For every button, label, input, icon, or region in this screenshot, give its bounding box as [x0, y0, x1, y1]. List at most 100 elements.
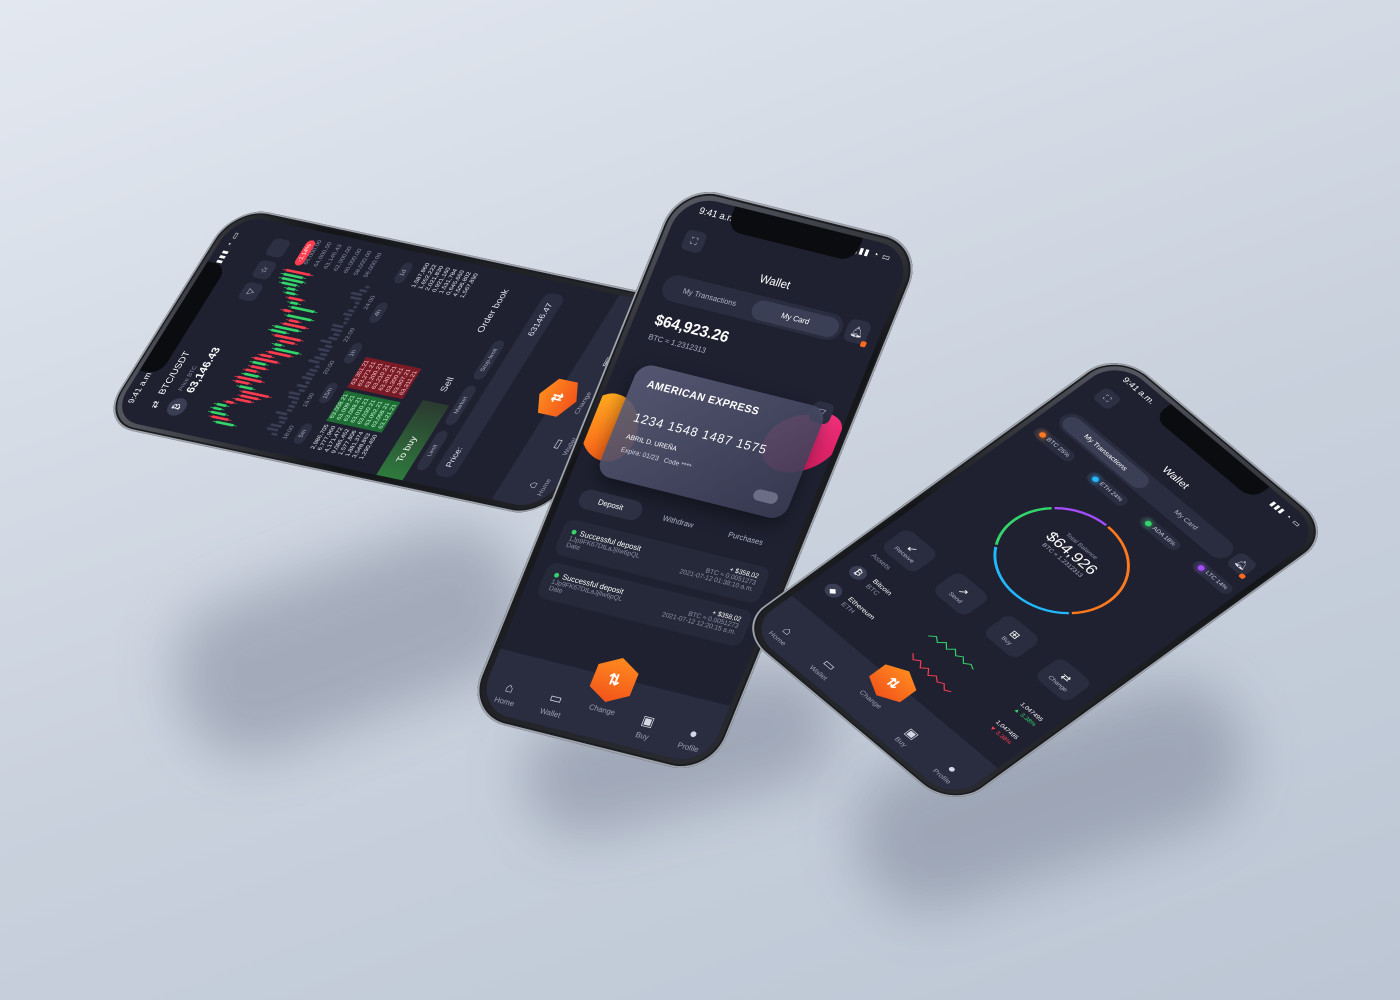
home-icon: ⌂	[503, 679, 517, 696]
volume-bar	[319, 352, 332, 358]
volume-bar	[290, 400, 304, 406]
coin-dot-icon	[1143, 519, 1154, 528]
nav-profile[interactable]: ●Profile	[664, 720, 720, 757]
wallet-icon: ▭	[547, 689, 566, 707]
volume-bar	[270, 423, 283, 428]
volume-bar	[319, 339, 333, 344]
candle-wick	[267, 328, 290, 334]
candle-wick	[207, 410, 229, 416]
volume-bar	[298, 388, 311, 394]
volume-bar	[288, 391, 301, 396]
btc-icon: ₿	[845, 563, 871, 583]
interval-1d[interactable]: 1d	[391, 261, 415, 285]
action-change-button[interactable]: ⇄ Change	[1033, 656, 1094, 704]
volume-bar	[305, 372, 318, 377]
volume-bar	[313, 355, 327, 361]
volume-bar	[317, 347, 331, 353]
candle-wick	[247, 365, 269, 371]
allocation-chip-label: LTC 14%	[1203, 570, 1229, 591]
tab-purchases[interactable]: Purchases	[711, 521, 781, 556]
eth-icon: ◆	[820, 580, 846, 601]
user-icon: ●	[944, 762, 961, 776]
home-icon: ⌂	[779, 624, 797, 638]
asset-value: 1,047495 ▲ 3.38%	[1010, 701, 1044, 728]
candle-wick	[236, 385, 256, 390]
candle-wick	[208, 415, 232, 421]
transaction-left: Successful deposit 1Jp9FK67DtLaJjlIw6pQL D…	[565, 527, 644, 566]
volume-bar	[266, 427, 279, 432]
tab-withdraw[interactable]: Withdraw	[643, 504, 713, 539]
card-expiry-value: 01/23	[641, 452, 660, 463]
phone-shadow	[153, 503, 547, 777]
volume-bar	[275, 410, 288, 416]
tab-deposit[interactable]: Deposit	[575, 487, 646, 523]
volume-bar	[328, 336, 341, 342]
allocation-chip-label: BTC 25%	[1044, 437, 1071, 459]
nav-label: Change	[587, 702, 617, 718]
nav-label: Home	[492, 695, 516, 709]
card-number: 1234 1548 1487 1575	[631, 409, 770, 457]
filter-button[interactable]: ▽	[236, 281, 265, 303]
volume-bar	[347, 308, 360, 314]
nav-label: Buy	[634, 730, 651, 742]
swap-icon: ⇄	[148, 399, 163, 410]
transaction-right: + $358,02 BTC ≈ 0.0051273 2021-07-12 01:38…	[677, 556, 759, 595]
order-book-right: 1,587,860 1,652,222 2,021,830 0,921,160 1,53…	[410, 263, 495, 302]
credit-card[interactable]: AMERICAN EXPRESS 1234 1548 1487 1575 ABR…	[594, 362, 829, 522]
candle-wick	[276, 339, 298, 345]
coin-dot-icon	[1196, 564, 1207, 572]
card-expiry: Expira: 01/23 Code ****	[620, 447, 693, 471]
card-toggle[interactable]	[751, 488, 780, 506]
notifications-button[interactable]: 🔔︎	[841, 317, 873, 346]
candle-wick	[271, 334, 304, 342]
nav-label: Home	[535, 478, 553, 497]
candle-wick	[232, 397, 255, 404]
filter-icon: ▽	[244, 287, 257, 296]
asset-value: 1,047495 ▼ 3.38%	[986, 719, 1020, 746]
asset-name: Bitcoin BTC	[863, 578, 894, 602]
transaction-right: + $358,02 BTC ≈ 0.0051273 2021-07-12 12:20…	[660, 599, 742, 638]
card-expiry-label: Expira:	[619, 446, 643, 459]
volume-bar	[324, 344, 337, 350]
favorite-button[interactable]: ☆	[250, 259, 279, 281]
transaction-left: Successful deposit 1Jp9FK67DtLaJjlIw6pQL D…	[547, 571, 626, 610]
volume-bar	[296, 383, 309, 389]
allocation-chip-label: ADA 18%	[1150, 525, 1177, 548]
volume-bar	[278, 415, 291, 421]
menu-button[interactable]	[264, 237, 292, 259]
exchange-icon: ⇅	[585, 653, 643, 707]
candle-wick	[212, 420, 237, 427]
volume-bar	[342, 312, 356, 318]
volume-bar	[308, 368, 321, 373]
chart-icon: ▣	[639, 711, 658, 730]
volume-bar	[287, 395, 300, 401]
coin-dot-icon	[1090, 475, 1101, 484]
tab-my-transactions[interactable]: My Transactions	[665, 282, 754, 312]
scan-icon: ⛶	[688, 235, 700, 248]
nav-label: Profile	[676, 740, 701, 755]
bell-icon: 🔔︎	[1232, 557, 1251, 572]
notifications-button[interactable]: 🔔︎	[1225, 551, 1259, 578]
coin-dot-icon	[1037, 431, 1048, 439]
volume-bar	[270, 432, 284, 438]
volume-bar	[330, 327, 343, 333]
candle-wick	[249, 361, 269, 366]
home-icon: ⌂	[524, 480, 541, 490]
card-brand: AMERICAN EXPRESS	[645, 378, 762, 418]
volume-bar	[287, 404, 301, 410]
volume-bar	[331, 323, 344, 329]
volume-bar	[278, 420, 291, 426]
candle-wick	[285, 296, 306, 302]
volume-bar	[301, 375, 314, 381]
user-icon: ●	[687, 724, 701, 742]
scan-button[interactable]: ⛶	[679, 228, 709, 254]
volume-bar	[332, 332, 346, 338]
volume-bar	[349, 295, 363, 301]
scan-icon: ⛶	[1100, 393, 1114, 404]
card-code-value: ****	[679, 461, 693, 471]
allocation-chip-label: ETH 24%	[1097, 481, 1124, 503]
nav-wallet[interactable]: ▭ Wallet	[526, 685, 582, 723]
bitcoin-icon: ₿	[163, 396, 191, 418]
price-input-value: 63146.47	[525, 302, 555, 337]
tab-my-card[interactable]: My Card	[748, 297, 843, 339]
